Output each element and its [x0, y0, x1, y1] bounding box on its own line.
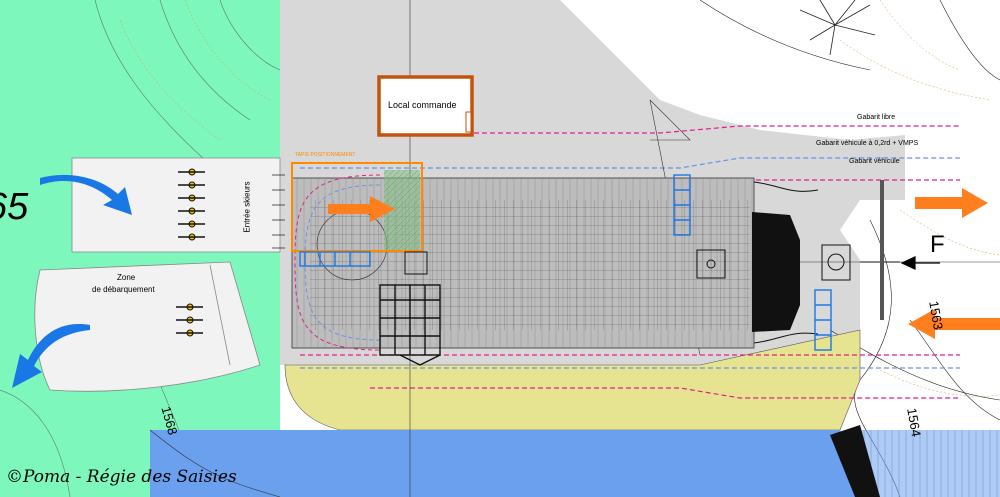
station-plan: Local commande TAPIS POSITIONNEMENT Entr… [0, 0, 1000, 497]
direction-arrow-icon [915, 188, 988, 218]
bullwheel-block [752, 212, 800, 332]
zone-label-line1: Zone [117, 273, 136, 282]
plan-drawing [0, 0, 1000, 497]
direction-arrow-icon [908, 309, 1000, 339]
force-arrow-icon [900, 256, 940, 270]
tapis-positionnement-label: TAPIS POSITIONNEMENT [295, 152, 356, 158]
copyright-label: ©Poma - Régie des Saisies [6, 467, 237, 487]
zone-label-line2: de débarquement [92, 285, 155, 294]
water-area [150, 430, 880, 497]
local-commande-label: Local commande [388, 100, 457, 110]
force-f-label: F [930, 231, 945, 258]
gabarit-vehicule-label: Gabarit véhicule [849, 158, 900, 165]
gabarit-vehicule-vmps-label: Gabarit véhicule à 0,2rd + VMPS [816, 140, 919, 147]
gabarit-libre-label: Gabarit libre [857, 114, 896, 121]
palm-tree-icon [799, 0, 876, 56]
big-number-label: 65 [0, 186, 29, 228]
entree-skieurs-label: Entrée skieurs [242, 181, 252, 233]
